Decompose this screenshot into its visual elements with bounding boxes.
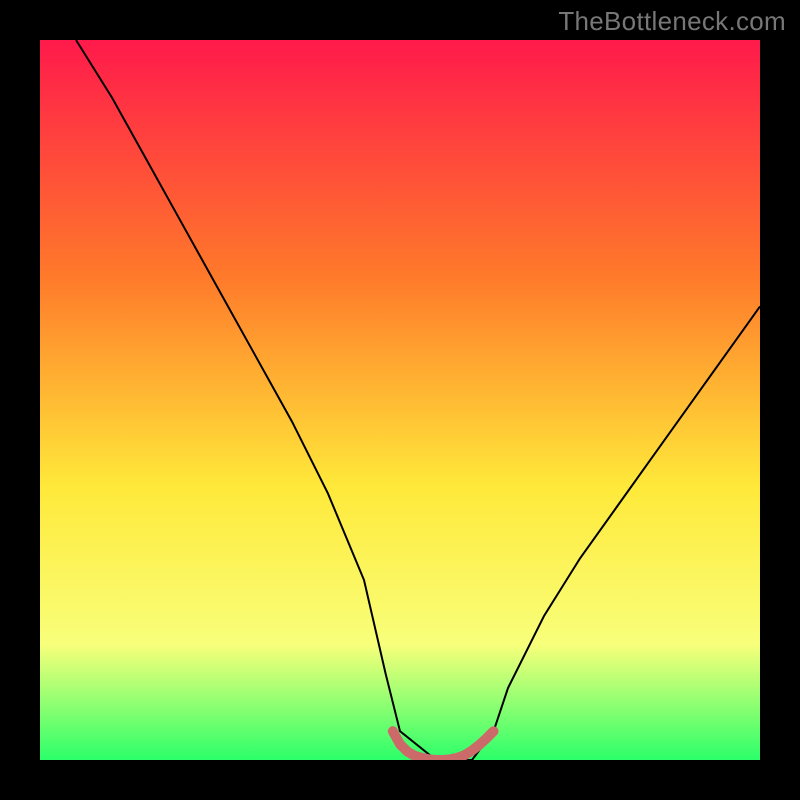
gradient-background [40,40,760,760]
plot-area [40,40,760,760]
chart-frame: TheBottleneck.com [0,0,800,800]
watermark-text: TheBottleneck.com [558,6,786,37]
chart-svg [40,40,760,760]
